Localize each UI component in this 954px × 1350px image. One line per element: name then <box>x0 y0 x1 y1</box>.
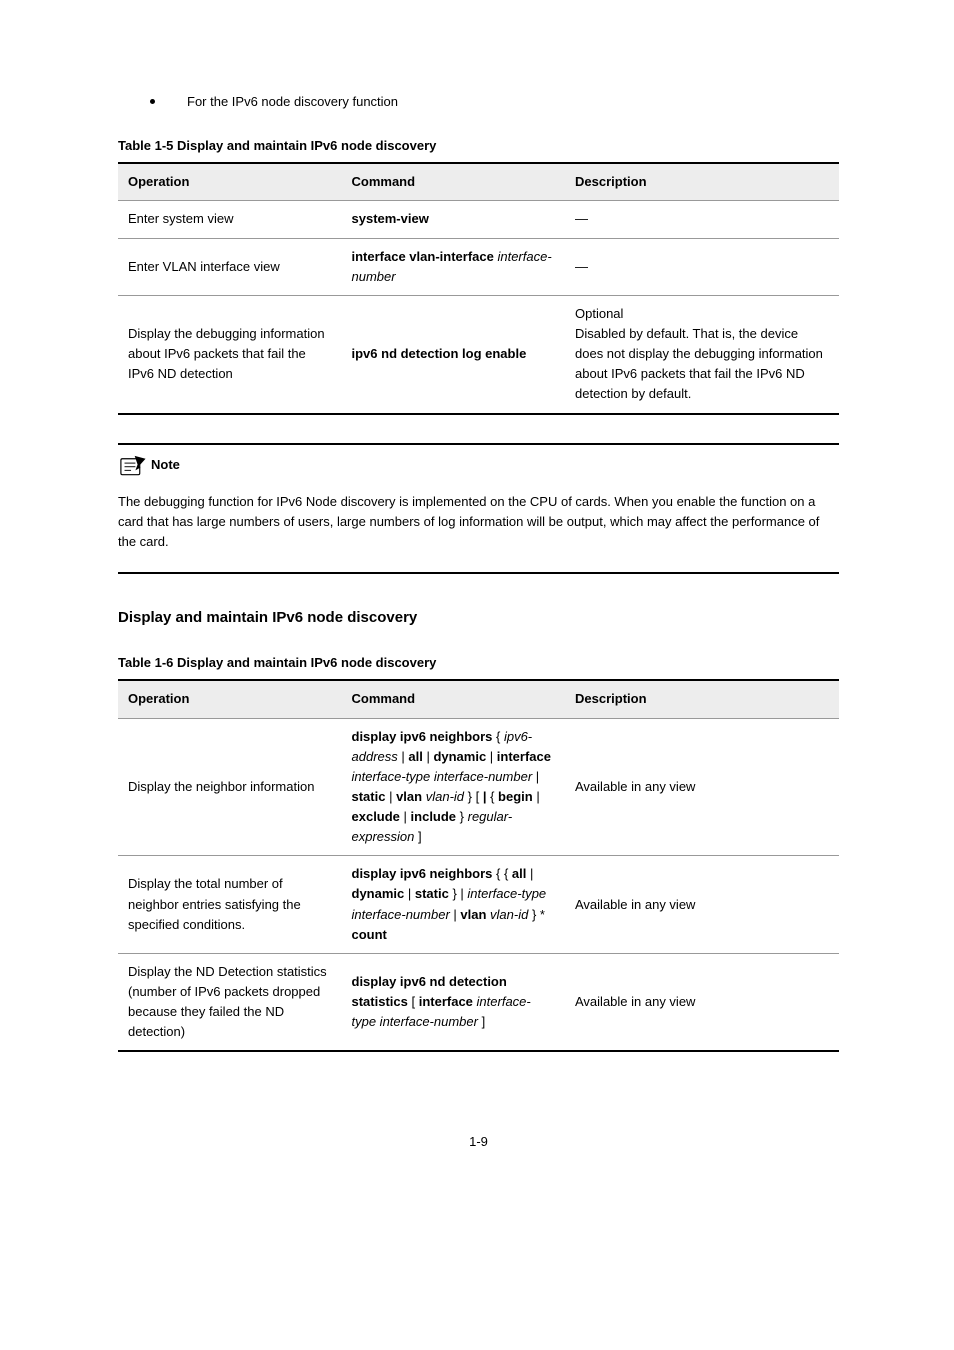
cell-description: — <box>565 238 839 295</box>
cell-command: display ipv6 nd detection statistics [ i… <box>342 953 566 1051</box>
cell-operation: Display the neighbor information <box>118 718 342 856</box>
cell-description: Available in any view <box>565 718 839 856</box>
page-container: For the IPv6 node discovery function Tab… <box>0 0 954 1193</box>
cell-operation: Display the debugging information about … <box>118 295 342 413</box>
table-row: Enter system view system-view — <box>118 201 839 238</box>
th-command: Command <box>342 163 566 201</box>
note-header: Note <box>118 454 839 478</box>
th-description: Description <box>565 163 839 201</box>
table1: Operation Command Description Enter syst… <box>118 162 839 414</box>
cmd-bold: ipv6 nd detection log enable <box>352 346 527 361</box>
th-operation: Operation <box>118 163 342 201</box>
table-row: Enter VLAN interface view interface vlan… <box>118 238 839 295</box>
cell-command: display ipv6 neighbors { { all | dynamic… <box>342 856 566 954</box>
th-command: Command <box>342 680 566 718</box>
table-row: Display the ND Detection statistics (num… <box>118 953 839 1051</box>
note-icon <box>118 454 147 478</box>
table-row: Display the neighbor information display… <box>118 718 839 856</box>
bullet-dot-icon <box>150 99 155 104</box>
page-number: 1-9 <box>118 1132 839 1152</box>
table1-caption: Table 1-5 Display and maintain IPv6 node… <box>118 136 839 156</box>
cell-command: display ipv6 neighbors { ipv6-address | … <box>342 718 566 856</box>
cell-operation: Enter VLAN interface view <box>118 238 342 295</box>
table-row: Display the debugging information about … <box>118 295 839 413</box>
cell-command: ipv6 nd detection log enable <box>342 295 566 413</box>
note-label: Note <box>151 455 180 475</box>
cmd-bold: interface vlan-interface <box>352 249 494 264</box>
table-header-row: Operation Command Description <box>118 163 839 201</box>
th-operation: Operation <box>118 680 342 718</box>
cell-operation: Enter system view <box>118 201 342 238</box>
cell-command: interface vlan-interface interface-numbe… <box>342 238 566 295</box>
note-line: The debugging function for IPv6 Node dis… <box>118 492 839 552</box>
cell-command: system-view <box>342 201 566 238</box>
section-heading: Display and maintain IPv6 node discovery <box>118 606 839 629</box>
cell-operation: Display the ND Detection statistics (num… <box>118 953 342 1051</box>
cell-description: Available in any view <box>565 953 839 1051</box>
cell-description: Available in any view <box>565 856 839 954</box>
cell-description: OptionalDisabled by default. That is, th… <box>565 295 839 413</box>
bullet-text: For the IPv6 node discovery function <box>187 92 839 112</box>
th-description: Description <box>565 680 839 718</box>
cmd-text: system-view <box>352 211 429 226</box>
note-body: The debugging function for IPv6 Node dis… <box>118 492 839 552</box>
cell-description: — <box>565 201 839 238</box>
table2: Operation Command Description Display th… <box>118 679 839 1052</box>
bullet-item: For the IPv6 node discovery function <box>150 92 839 112</box>
cell-operation: Display the total number of neighbor ent… <box>118 856 342 954</box>
note-block: Note The debugging function for IPv6 Nod… <box>118 443 839 574</box>
table-row: Display the total number of neighbor ent… <box>118 856 839 954</box>
table-header-row: Operation Command Description <box>118 680 839 718</box>
table2-caption: Table 1-6 Display and maintain IPv6 node… <box>118 653 839 673</box>
